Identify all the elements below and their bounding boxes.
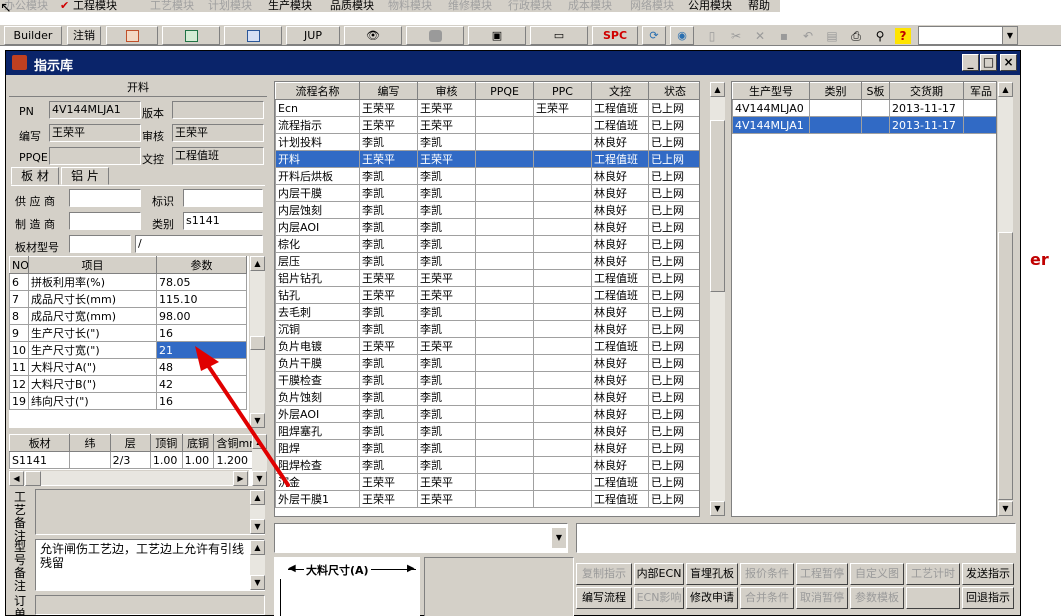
cursor-icon: ↖ (0, 0, 12, 16)
annotation-arrow (195, 346, 290, 487)
